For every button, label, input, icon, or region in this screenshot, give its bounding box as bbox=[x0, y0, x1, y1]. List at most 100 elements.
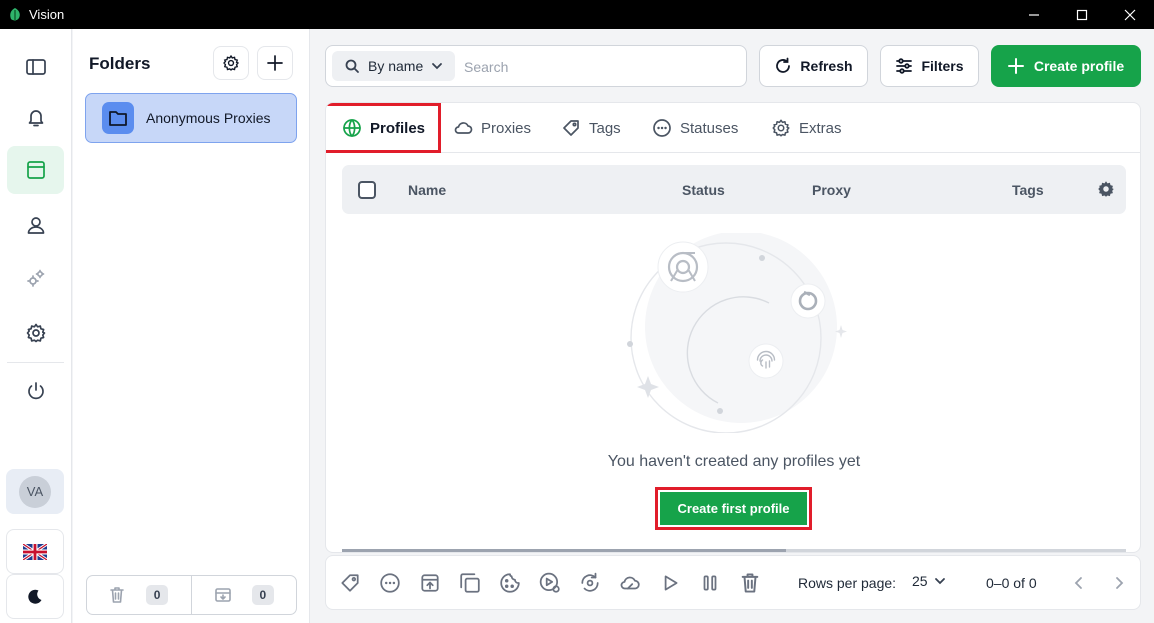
tab-proxies[interactable]: Proxies bbox=[453, 103, 531, 153]
play-settings-icon bbox=[539, 572, 560, 593]
pagination-range: 0–0 of 0 bbox=[986, 575, 1037, 591]
tab-tags-label: Tags bbox=[589, 119, 621, 137]
bulk-cloud-sync-button[interactable] bbox=[617, 570, 643, 596]
bulk-start-button[interactable] bbox=[657, 570, 683, 596]
tag-icon bbox=[563, 120, 579, 136]
filters-label: Filters bbox=[921, 58, 964, 74]
create-profile-label: Create profile bbox=[1033, 58, 1125, 74]
tab-profiles[interactable]: Profiles bbox=[342, 103, 425, 153]
archive-icon bbox=[214, 588, 231, 602]
tab-profiles-label: Profiles bbox=[370, 119, 426, 137]
bulk-stop-button[interactable] bbox=[697, 570, 723, 596]
folders-panel: Folders Anonymous Proxies 0 0 bbox=[73, 29, 310, 623]
empty-state-illustration bbox=[627, 233, 847, 433]
bulk-clone-button[interactable] bbox=[457, 570, 483, 596]
archive-button[interactable]: 0 bbox=[192, 576, 297, 614]
horizontal-scrollbar[interactable] bbox=[342, 549, 1126, 552]
bulk-run-settings-button[interactable] bbox=[537, 570, 563, 596]
maximize-button[interactable] bbox=[1058, 0, 1106, 29]
sort-label: By name bbox=[368, 58, 424, 74]
play-icon bbox=[664, 575, 678, 591]
rows-per-page-select[interactable]: 25 bbox=[912, 573, 946, 589]
bulk-transfer-button[interactable] bbox=[577, 570, 603, 596]
gear-icon bbox=[772, 119, 790, 137]
create-first-profile-button[interactable]: Create first profile bbox=[660, 492, 807, 525]
bulk-cookies-button[interactable] bbox=[497, 570, 523, 596]
tab-statuses[interactable]: Statuses bbox=[652, 103, 738, 153]
bulk-delete-button[interactable] bbox=[737, 570, 763, 596]
app-title: Vision bbox=[29, 7, 65, 22]
folder-item[interactable]: Anonymous Proxies bbox=[85, 93, 297, 143]
create-profile-button[interactable]: Create profile bbox=[991, 45, 1141, 87]
chevron-down-icon bbox=[934, 578, 945, 585]
notifications-button[interactable] bbox=[7, 93, 64, 141]
power-button[interactable] bbox=[7, 367, 64, 415]
nav-automation[interactable] bbox=[7, 254, 64, 302]
trash-button[interactable]: 0 bbox=[87, 576, 192, 614]
dots-circle-icon bbox=[380, 573, 400, 593]
avatar: VA bbox=[19, 475, 51, 508]
browser-window-icon bbox=[26, 161, 45, 179]
tab-extras-label: Extras bbox=[799, 119, 842, 137]
rail-divider bbox=[7, 362, 64, 363]
globe-icon bbox=[343, 119, 361, 137]
close-window-button[interactable] bbox=[1106, 0, 1154, 29]
archive-count-badge: 0 bbox=[251, 585, 274, 605]
search-input[interactable] bbox=[464, 54, 734, 80]
column-proxy[interactable]: Proxy bbox=[812, 182, 851, 198]
next-page-button[interactable] bbox=[1107, 571, 1131, 595]
refresh-button[interactable]: Refresh bbox=[759, 45, 868, 87]
tab-extras[interactable]: Extras bbox=[771, 103, 842, 153]
sort-select[interactable]: By name bbox=[332, 51, 455, 81]
nav-settings[interactable] bbox=[7, 309, 64, 357]
column-status[interactable]: Status bbox=[682, 182, 725, 198]
column-tags[interactable]: Tags bbox=[1012, 182, 1044, 198]
nav-rail: VA bbox=[0, 29, 72, 623]
settings-icon bbox=[26, 323, 45, 343]
tab-statuses-label: Statuses bbox=[680, 119, 739, 137]
plus-icon bbox=[267, 55, 283, 71]
bulk-move-button[interactable] bbox=[417, 570, 443, 596]
minimize-button[interactable] bbox=[1010, 0, 1058, 29]
language-button[interactable] bbox=[6, 529, 64, 574]
moon-icon bbox=[28, 589, 42, 604]
column-name[interactable]: Name bbox=[408, 182, 446, 198]
prev-page-button[interactable] bbox=[1067, 571, 1091, 595]
sliders-icon bbox=[896, 58, 913, 74]
nav-profiles[interactable] bbox=[7, 146, 64, 194]
move-to-folder-icon bbox=[421, 574, 439, 592]
refresh-label: Refresh bbox=[800, 58, 853, 74]
bulk-tag-button[interactable] bbox=[337, 570, 363, 596]
bulk-status-button[interactable] bbox=[377, 570, 403, 596]
tab-proxies-label: Proxies bbox=[481, 119, 532, 137]
toggle-sidebar-button[interactable] bbox=[7, 43, 64, 91]
plus-icon bbox=[1007, 58, 1024, 74]
bell-icon bbox=[28, 110, 43, 127]
sidebar-icon bbox=[25, 59, 46, 75]
user-menu-button[interactable]: VA bbox=[6, 469, 64, 514]
close-icon bbox=[1124, 9, 1136, 20]
profiles-card: Profiles Proxies Tags Statuses Extras Na… bbox=[325, 102, 1141, 553]
chevron-down-icon bbox=[432, 63, 443, 70]
copy-icon bbox=[460, 573, 480, 593]
tab-bar: Profiles Proxies Tags Statuses Extras bbox=[326, 103, 1140, 153]
column-settings-button[interactable] bbox=[1096, 179, 1116, 202]
filters-button[interactable]: Filters bbox=[880, 45, 979, 87]
tab-tags[interactable]: Tags bbox=[561, 103, 621, 153]
select-all-checkbox[interactable] bbox=[358, 181, 376, 199]
folder-settings-button[interactable] bbox=[213, 46, 249, 80]
theme-toggle-button[interactable] bbox=[6, 574, 64, 619]
cloud-sync-icon bbox=[620, 576, 640, 590]
power-icon bbox=[27, 382, 44, 400]
title-bar: Vision bbox=[0, 0, 1154, 29]
cookie-icon bbox=[500, 573, 520, 593]
folder-icon bbox=[102, 102, 134, 134]
scrollbar-thumb[interactable] bbox=[342, 549, 786, 552]
app-logo-icon bbox=[10, 7, 20, 21]
transfer-icon bbox=[581, 572, 599, 592]
minimize-icon bbox=[1029, 13, 1039, 16]
add-folder-button[interactable] bbox=[257, 46, 293, 80]
nav-account[interactable] bbox=[7, 201, 64, 249]
chevron-right-icon bbox=[1116, 577, 1124, 589]
rows-per-page-label: Rows per page: bbox=[798, 575, 897, 591]
